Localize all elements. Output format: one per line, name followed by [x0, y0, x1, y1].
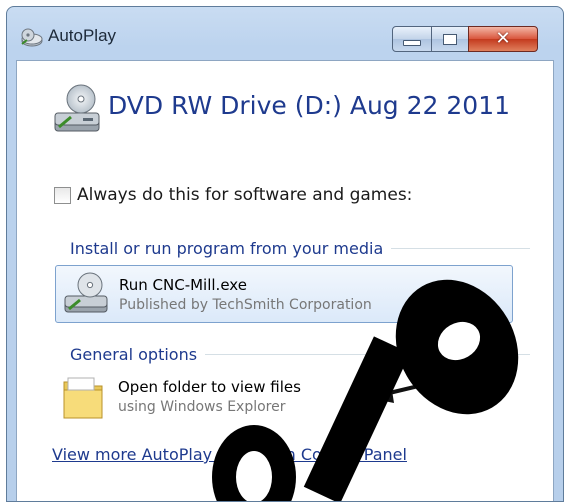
- title-bar[interactable]: AutoPlay ✕: [7, 7, 563, 59]
- open-folder-title: Open folder to view files: [118, 378, 301, 396]
- autoplay-window: AutoPlay ✕ DVD RW Drive (D:) Aug 22 2011…: [6, 6, 564, 502]
- section-divider: [391, 248, 530, 249]
- open-folder-subtitle: using Windows Explorer: [118, 399, 286, 415]
- dvd-drive-icon: [51, 83, 103, 143]
- folder-icon: [62, 374, 106, 424]
- section-install-label: Install or run program from your media: [70, 239, 384, 258]
- section-general-header: General options: [70, 345, 530, 364]
- minimize-button[interactable]: [392, 26, 432, 52]
- always-checkbox-row[interactable]: Always do this for software and games:: [54, 185, 412, 205]
- close-icon: ✕: [495, 28, 511, 49]
- view-more-autoplay-link[interactable]: View more AutoPlay options in Control Pa…: [52, 445, 407, 464]
- maximize-icon: [443, 33, 457, 45]
- run-program-publisher: Published by TechSmith Corporation: [119, 297, 372, 313]
- dialog-content: DVD RW Drive (D:) Aug 22 2011 Always do …: [16, 60, 554, 501]
- run-program-title: Run CNC-Mill.exe: [119, 276, 247, 294]
- close-button[interactable]: ✕: [468, 26, 538, 52]
- drive-title: DVD RW Drive (D:) Aug 22 2011: [108, 91, 511, 120]
- section-divider: [205, 354, 530, 355]
- minimize-icon: [403, 40, 421, 46]
- open-folder-option[interactable]: Open folder to view files using Windows …: [55, 366, 513, 424]
- always-checkbox-label[interactable]: Always do this for software and games:: [77, 185, 412, 205]
- always-checkbox[interactable]: [54, 186, 71, 204]
- window-title: AutoPlay: [48, 26, 117, 45]
- maximize-button[interactable]: [431, 26, 469, 52]
- section-install-header: Install or run program from your media: [70, 239, 530, 258]
- autoplay-icon: [19, 28, 43, 52]
- section-general-label: General options: [70, 345, 198, 364]
- run-program-option[interactable]: Run CNC-Mill.exe Published by TechSmith …: [55, 265, 513, 323]
- dvd-drive-icon: [62, 272, 112, 322]
